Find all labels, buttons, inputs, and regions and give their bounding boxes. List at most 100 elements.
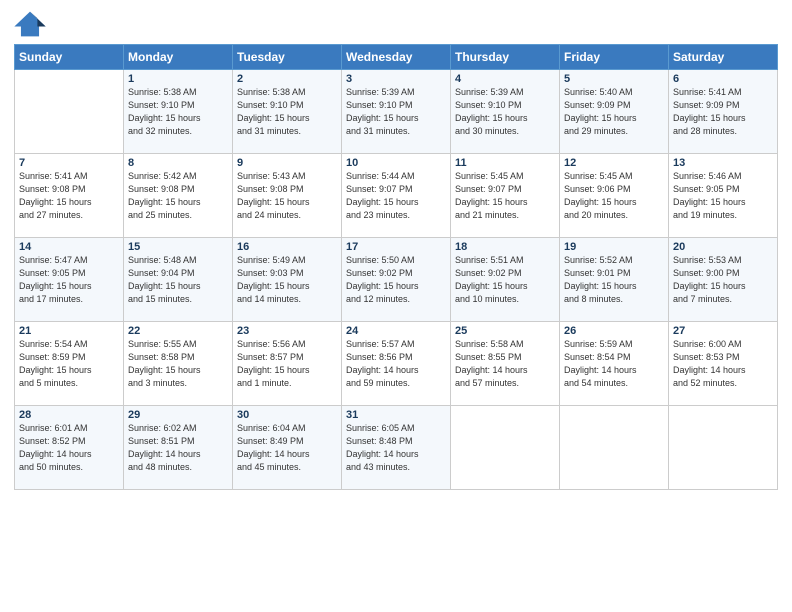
day-number: 24 [346,325,446,337]
day-info: Sunrise: 5:55 AM Sunset: 8:58 PM Dayligh… [128,338,228,390]
day-number: 27 [673,325,773,337]
day-number: 19 [564,241,664,253]
calendar-cell: 8Sunrise: 5:42 AM Sunset: 9:08 PM Daylig… [124,154,233,238]
weekday-header-friday: Friday [560,45,669,70]
day-number: 1 [128,73,228,85]
day-number: 10 [346,157,446,169]
calendar-cell: 3Sunrise: 5:39 AM Sunset: 9:10 PM Daylig… [342,70,451,154]
day-number: 12 [564,157,664,169]
day-number: 29 [128,409,228,421]
day-info: Sunrise: 5:39 AM Sunset: 9:10 PM Dayligh… [455,86,555,138]
calendar-cell: 23Sunrise: 5:56 AM Sunset: 8:57 PM Dayli… [233,322,342,406]
day-number: 30 [237,409,337,421]
day-number: 9 [237,157,337,169]
day-info: Sunrise: 5:41 AM Sunset: 9:08 PM Dayligh… [19,170,119,222]
day-number: 22 [128,325,228,337]
weekday-header-row: SundayMondayTuesdayWednesdayThursdayFrid… [15,45,778,70]
calendar-cell [560,406,669,490]
day-number: 28 [19,409,119,421]
page-container: SundayMondayTuesdayWednesdayThursdayFrid… [0,0,792,498]
weekday-header-saturday: Saturday [669,45,778,70]
calendar-cell: 11Sunrise: 5:45 AM Sunset: 9:07 PM Dayli… [451,154,560,238]
day-number: 15 [128,241,228,253]
day-number: 8 [128,157,228,169]
calendar-cell [669,406,778,490]
weekday-header-wednesday: Wednesday [342,45,451,70]
calendar-cell: 18Sunrise: 5:51 AM Sunset: 9:02 PM Dayli… [451,238,560,322]
day-number: 3 [346,73,446,85]
calendar-cell: 13Sunrise: 5:46 AM Sunset: 9:05 PM Dayli… [669,154,778,238]
calendar-cell: 27Sunrise: 6:00 AM Sunset: 8:53 PM Dayli… [669,322,778,406]
weekday-header-tuesday: Tuesday [233,45,342,70]
day-info: Sunrise: 6:01 AM Sunset: 8:52 PM Dayligh… [19,422,119,474]
day-number: 2 [237,73,337,85]
calendar-cell: 29Sunrise: 6:02 AM Sunset: 8:51 PM Dayli… [124,406,233,490]
weekday-header-thursday: Thursday [451,45,560,70]
day-info: Sunrise: 6:04 AM Sunset: 8:49 PM Dayligh… [237,422,337,474]
day-info: Sunrise: 5:49 AM Sunset: 9:03 PM Dayligh… [237,254,337,306]
page-header [14,10,778,38]
day-number: 5 [564,73,664,85]
day-info: Sunrise: 6:02 AM Sunset: 8:51 PM Dayligh… [128,422,228,474]
calendar-cell: 6Sunrise: 5:41 AM Sunset: 9:09 PM Daylig… [669,70,778,154]
calendar-cell: 16Sunrise: 5:49 AM Sunset: 9:03 PM Dayli… [233,238,342,322]
day-info: Sunrise: 5:42 AM Sunset: 9:08 PM Dayligh… [128,170,228,222]
calendar-week-row: 21Sunrise: 5:54 AM Sunset: 8:59 PM Dayli… [15,322,778,406]
day-info: Sunrise: 5:56 AM Sunset: 8:57 PM Dayligh… [237,338,337,390]
calendar-cell: 30Sunrise: 6:04 AM Sunset: 8:49 PM Dayli… [233,406,342,490]
calendar-cell: 14Sunrise: 5:47 AM Sunset: 9:05 PM Dayli… [15,238,124,322]
day-info: Sunrise: 5:54 AM Sunset: 8:59 PM Dayligh… [19,338,119,390]
day-info: Sunrise: 5:40 AM Sunset: 9:09 PM Dayligh… [564,86,664,138]
calendar-week-row: 28Sunrise: 6:01 AM Sunset: 8:52 PM Dayli… [15,406,778,490]
day-number: 18 [455,241,555,253]
day-info: Sunrise: 5:46 AM Sunset: 9:05 PM Dayligh… [673,170,773,222]
day-number: 14 [19,241,119,253]
day-info: Sunrise: 5:38 AM Sunset: 9:10 PM Dayligh… [237,86,337,138]
calendar-cell: 19Sunrise: 5:52 AM Sunset: 9:01 PM Dayli… [560,238,669,322]
calendar-cell: 21Sunrise: 5:54 AM Sunset: 8:59 PM Dayli… [15,322,124,406]
day-info: Sunrise: 5:41 AM Sunset: 9:09 PM Dayligh… [673,86,773,138]
calendar-table: SundayMondayTuesdayWednesdayThursdayFrid… [14,44,778,490]
day-number: 16 [237,241,337,253]
calendar-cell: 12Sunrise: 5:45 AM Sunset: 9:06 PM Dayli… [560,154,669,238]
day-info: Sunrise: 5:59 AM Sunset: 8:54 PM Dayligh… [564,338,664,390]
calendar-cell: 1Sunrise: 5:38 AM Sunset: 9:10 PM Daylig… [124,70,233,154]
day-info: Sunrise: 5:43 AM Sunset: 9:08 PM Dayligh… [237,170,337,222]
day-info: Sunrise: 5:45 AM Sunset: 9:06 PM Dayligh… [564,170,664,222]
day-info: Sunrise: 5:52 AM Sunset: 9:01 PM Dayligh… [564,254,664,306]
calendar-cell: 10Sunrise: 5:44 AM Sunset: 9:07 PM Dayli… [342,154,451,238]
day-info: Sunrise: 5:44 AM Sunset: 9:07 PM Dayligh… [346,170,446,222]
calendar-cell: 22Sunrise: 5:55 AM Sunset: 8:58 PM Dayli… [124,322,233,406]
day-number: 26 [564,325,664,337]
calendar-cell: 24Sunrise: 5:57 AM Sunset: 8:56 PM Dayli… [342,322,451,406]
calendar-week-row: 14Sunrise: 5:47 AM Sunset: 9:05 PM Dayli… [15,238,778,322]
day-info: Sunrise: 5:38 AM Sunset: 9:10 PM Dayligh… [128,86,228,138]
calendar-cell: 7Sunrise: 5:41 AM Sunset: 9:08 PM Daylig… [15,154,124,238]
day-info: Sunrise: 6:05 AM Sunset: 8:48 PM Dayligh… [346,422,446,474]
calendar-cell: 17Sunrise: 5:50 AM Sunset: 9:02 PM Dayli… [342,238,451,322]
calendar-week-row: 7Sunrise: 5:41 AM Sunset: 9:08 PM Daylig… [15,154,778,238]
weekday-header-monday: Monday [124,45,233,70]
logo-icon [14,10,46,38]
calendar-cell: 2Sunrise: 5:38 AM Sunset: 9:10 PM Daylig… [233,70,342,154]
calendar-cell: 5Sunrise: 5:40 AM Sunset: 9:09 PM Daylig… [560,70,669,154]
calendar-cell: 15Sunrise: 5:48 AM Sunset: 9:04 PM Dayli… [124,238,233,322]
day-number: 6 [673,73,773,85]
day-info: Sunrise: 5:53 AM Sunset: 9:00 PM Dayligh… [673,254,773,306]
logo [14,10,48,38]
day-number: 11 [455,157,555,169]
weekday-header-sunday: Sunday [15,45,124,70]
day-number: 4 [455,73,555,85]
day-number: 20 [673,241,773,253]
calendar-cell [451,406,560,490]
calendar-cell: 31Sunrise: 6:05 AM Sunset: 8:48 PM Dayli… [342,406,451,490]
day-info: Sunrise: 5:48 AM Sunset: 9:04 PM Dayligh… [128,254,228,306]
day-number: 7 [19,157,119,169]
day-number: 21 [19,325,119,337]
calendar-cell [15,70,124,154]
day-info: Sunrise: 5:39 AM Sunset: 9:10 PM Dayligh… [346,86,446,138]
day-info: Sunrise: 5:50 AM Sunset: 9:02 PM Dayligh… [346,254,446,306]
day-info: Sunrise: 6:00 AM Sunset: 8:53 PM Dayligh… [673,338,773,390]
day-info: Sunrise: 5:51 AM Sunset: 9:02 PM Dayligh… [455,254,555,306]
calendar-cell: 4Sunrise: 5:39 AM Sunset: 9:10 PM Daylig… [451,70,560,154]
